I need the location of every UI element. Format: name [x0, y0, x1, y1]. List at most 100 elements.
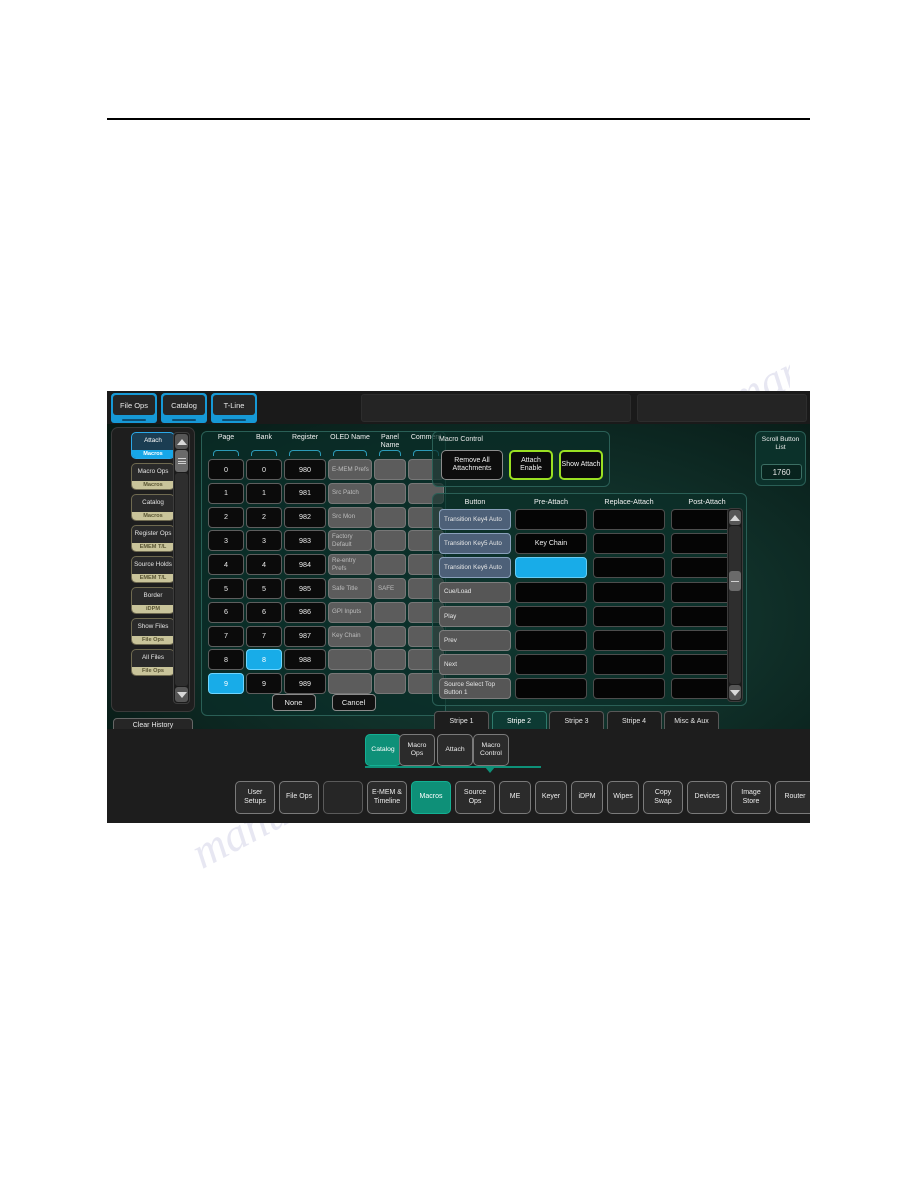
macro-subtab-macro-ops[interactable]: Macro Ops [399, 734, 435, 766]
attach-cell-pre[interactable] [515, 630, 587, 651]
register-cell-panel[interactable]: SAFE [374, 578, 406, 599]
attach-button-label[interactable]: Prev [439, 630, 511, 651]
attach-row[interactable]: Transition Key5 Auto Key Chain [433, 533, 746, 557]
attach-cell-pre[interactable] [515, 509, 587, 530]
register-cell-register[interactable]: 984 [284, 554, 326, 576]
attach-button-label[interactable]: Transition Key4 Auto [439, 509, 511, 530]
register-cell-page[interactable]: 0 [208, 459, 244, 480]
register-cell-oled[interactable]: Safe Title [328, 578, 372, 599]
attach-cell-replace[interactable] [593, 509, 665, 530]
nav-button-file-ops[interactable]: File Ops [279, 781, 319, 814]
register-cell-register[interactable]: 982 [284, 506, 326, 528]
sidebar-item-catalog[interactable]: Catalog Macros [131, 494, 175, 521]
table-row[interactable]: 4 4 984 Re-entry Prefs [202, 554, 445, 578]
register-cell-panel[interactable] [374, 601, 406, 623]
scrollbar-track[interactable] [175, 473, 188, 686]
scroll-button-list-value[interactable]: 1760 [761, 464, 802, 480]
register-cell-panel[interactable] [374, 459, 406, 480]
sidebar-item-border[interactable]: Border iDPM [131, 587, 175, 614]
nav-button-wipes[interactable]: Wipes [607, 781, 639, 814]
attach-cell-replace[interactable] [593, 533, 665, 555]
register-cell-panel[interactable] [374, 673, 406, 695]
register-cell-register[interactable]: 988 [284, 649, 326, 671]
register-cell-page[interactable]: 4 [208, 554, 244, 576]
sidebar-item-show-files[interactable]: Show Files File Ops [131, 618, 175, 645]
register-cell-register[interactable]: 983 [284, 530, 326, 552]
sidebar-item-register-ops[interactable]: Register Ops EMEM T/L [131, 525, 175, 552]
register-cell-bank[interactable]: 2 [246, 506, 282, 528]
sidebar-item-macro-ops[interactable]: Macro Ops Macros [131, 463, 175, 490]
register-cell-bank[interactable]: 9 [246, 673, 282, 695]
attach-row[interactable]: Play [433, 605, 746, 630]
register-cell-oled[interactable]: Src Patch [328, 482, 372, 504]
macro-subtab-catalog[interactable]: Catalog [365, 734, 401, 766]
attach-cell-pre[interactable] [515, 557, 587, 579]
sidebar-scrollbar[interactable] [173, 432, 190, 704]
nav-button-router[interactable]: Router [775, 781, 810, 814]
scroll-up-icon[interactable] [175, 434, 188, 449]
register-cell-page[interactable]: 6 [208, 601, 244, 623]
nav-button-idpm[interactable]: iDPM [571, 781, 603, 814]
register-cell-page[interactable]: 8 [208, 649, 244, 671]
remove-all-attachments-button[interactable]: Remove All Attachments [441, 450, 503, 480]
attach-cell-pre[interactable]: Key Chain [515, 533, 587, 555]
sidebar-item-source-holds[interactable]: Source Holds EMEM T/L [131, 556, 175, 583]
attach-row[interactable]: Transition Key4 Auto [433, 509, 746, 533]
register-cell-page[interactable]: 1 [208, 482, 244, 504]
attach-cell-replace[interactable] [593, 605, 665, 627]
register-cell-bank[interactable]: 0 [246, 459, 282, 480]
macro-subtab-macro-control[interactable]: Macro Control [473, 734, 509, 766]
scroll-down-icon[interactable] [175, 687, 188, 702]
register-cell-bank[interactable]: 3 [246, 530, 282, 552]
stripe-tab-1[interactable]: Stripe 1 [434, 711, 489, 731]
stripe-tab-2[interactable]: Stripe 2 [491, 711, 547, 731]
register-cell-bank[interactable]: 8 [246, 649, 282, 671]
nav-button-blank[interactable] [323, 781, 363, 814]
top-tab-file-ops[interactable]: File Ops [111, 393, 157, 423]
attach-cell-replace[interactable] [593, 654, 665, 676]
attach-button-label[interactable]: Next [439, 654, 511, 676]
scroll-down-icon[interactable] [729, 685, 741, 700]
attach-cell-replace[interactable] [593, 581, 665, 603]
top-tab-t-line[interactable]: T-Line [211, 393, 257, 423]
attach-row[interactable]: Prev [433, 630, 746, 654]
table-row[interactable]: 7 7 987 Key Chain [202, 625, 445, 650]
sidebar-item-attach[interactable]: Attach Macros [131, 432, 175, 459]
cancel-button[interactable]: Cancel [331, 694, 376, 711]
register-cell-oled[interactable]: Src Mon [328, 506, 372, 528]
register-cell-register[interactable]: 987 [284, 625, 326, 647]
attach-cell-replace[interactable] [593, 557, 665, 579]
attach-cell-pre[interactable] [515, 605, 587, 627]
nav-button-copy-swap[interactable]: Copy Swap [643, 781, 683, 814]
register-cell-register[interactable]: 985 [284, 578, 326, 599]
attach-button-label[interactable]: Transition Key6 Auto [439, 557, 511, 579]
attach-cell-replace[interactable] [593, 678, 665, 700]
table-row[interactable]: 6 6 986 GPI Inputs [202, 601, 445, 626]
register-cell-register[interactable]: 980 [284, 459, 326, 480]
table-row[interactable]: 0 0 980 E-MEM Prefs [202, 459, 445, 483]
register-cell-bank[interactable]: 7 [246, 625, 282, 647]
attach-button-label[interactable]: Source Select Top Button 1 [439, 678, 511, 700]
register-cell-page[interactable]: 3 [208, 530, 244, 552]
attach-button-label[interactable]: Play [439, 605, 511, 627]
register-cell-register[interactable]: 981 [284, 482, 326, 504]
register-cell-page[interactable]: 5 [208, 578, 244, 599]
register-cell-bank[interactable]: 4 [246, 554, 282, 576]
nav-button-image-store[interactable]: Image Store [731, 781, 771, 814]
register-cell-register[interactable]: 986 [284, 601, 326, 623]
nav-button-devices[interactable]: Devices [687, 781, 727, 814]
register-cell-oled[interactable]: E-MEM Prefs [328, 459, 372, 480]
attach-cell-pre[interactable] [515, 581, 587, 603]
show-attach-button[interactable]: Show Attach [559, 450, 603, 480]
register-cell-bank[interactable]: 6 [246, 601, 282, 623]
register-cell-page[interactable]: 2 [208, 506, 244, 528]
table-row[interactable]: 5 5 985 Safe Title SAFE [202, 578, 445, 602]
table-row[interactable]: 1 1 981 Src Patch [202, 482, 445, 507]
attach-enable-button[interactable]: Attach Enable [509, 450, 553, 480]
nav-button-e-mem-timeline[interactable]: E-MEM & Timeline [367, 781, 407, 814]
register-cell-bank[interactable]: 5 [246, 578, 282, 599]
attach-row[interactable]: Next [433, 654, 746, 678]
scrollbar-track[interactable] [729, 526, 741, 684]
scrollbar-thumb[interactable] [175, 450, 188, 472]
register-cell-panel[interactable] [374, 554, 406, 576]
